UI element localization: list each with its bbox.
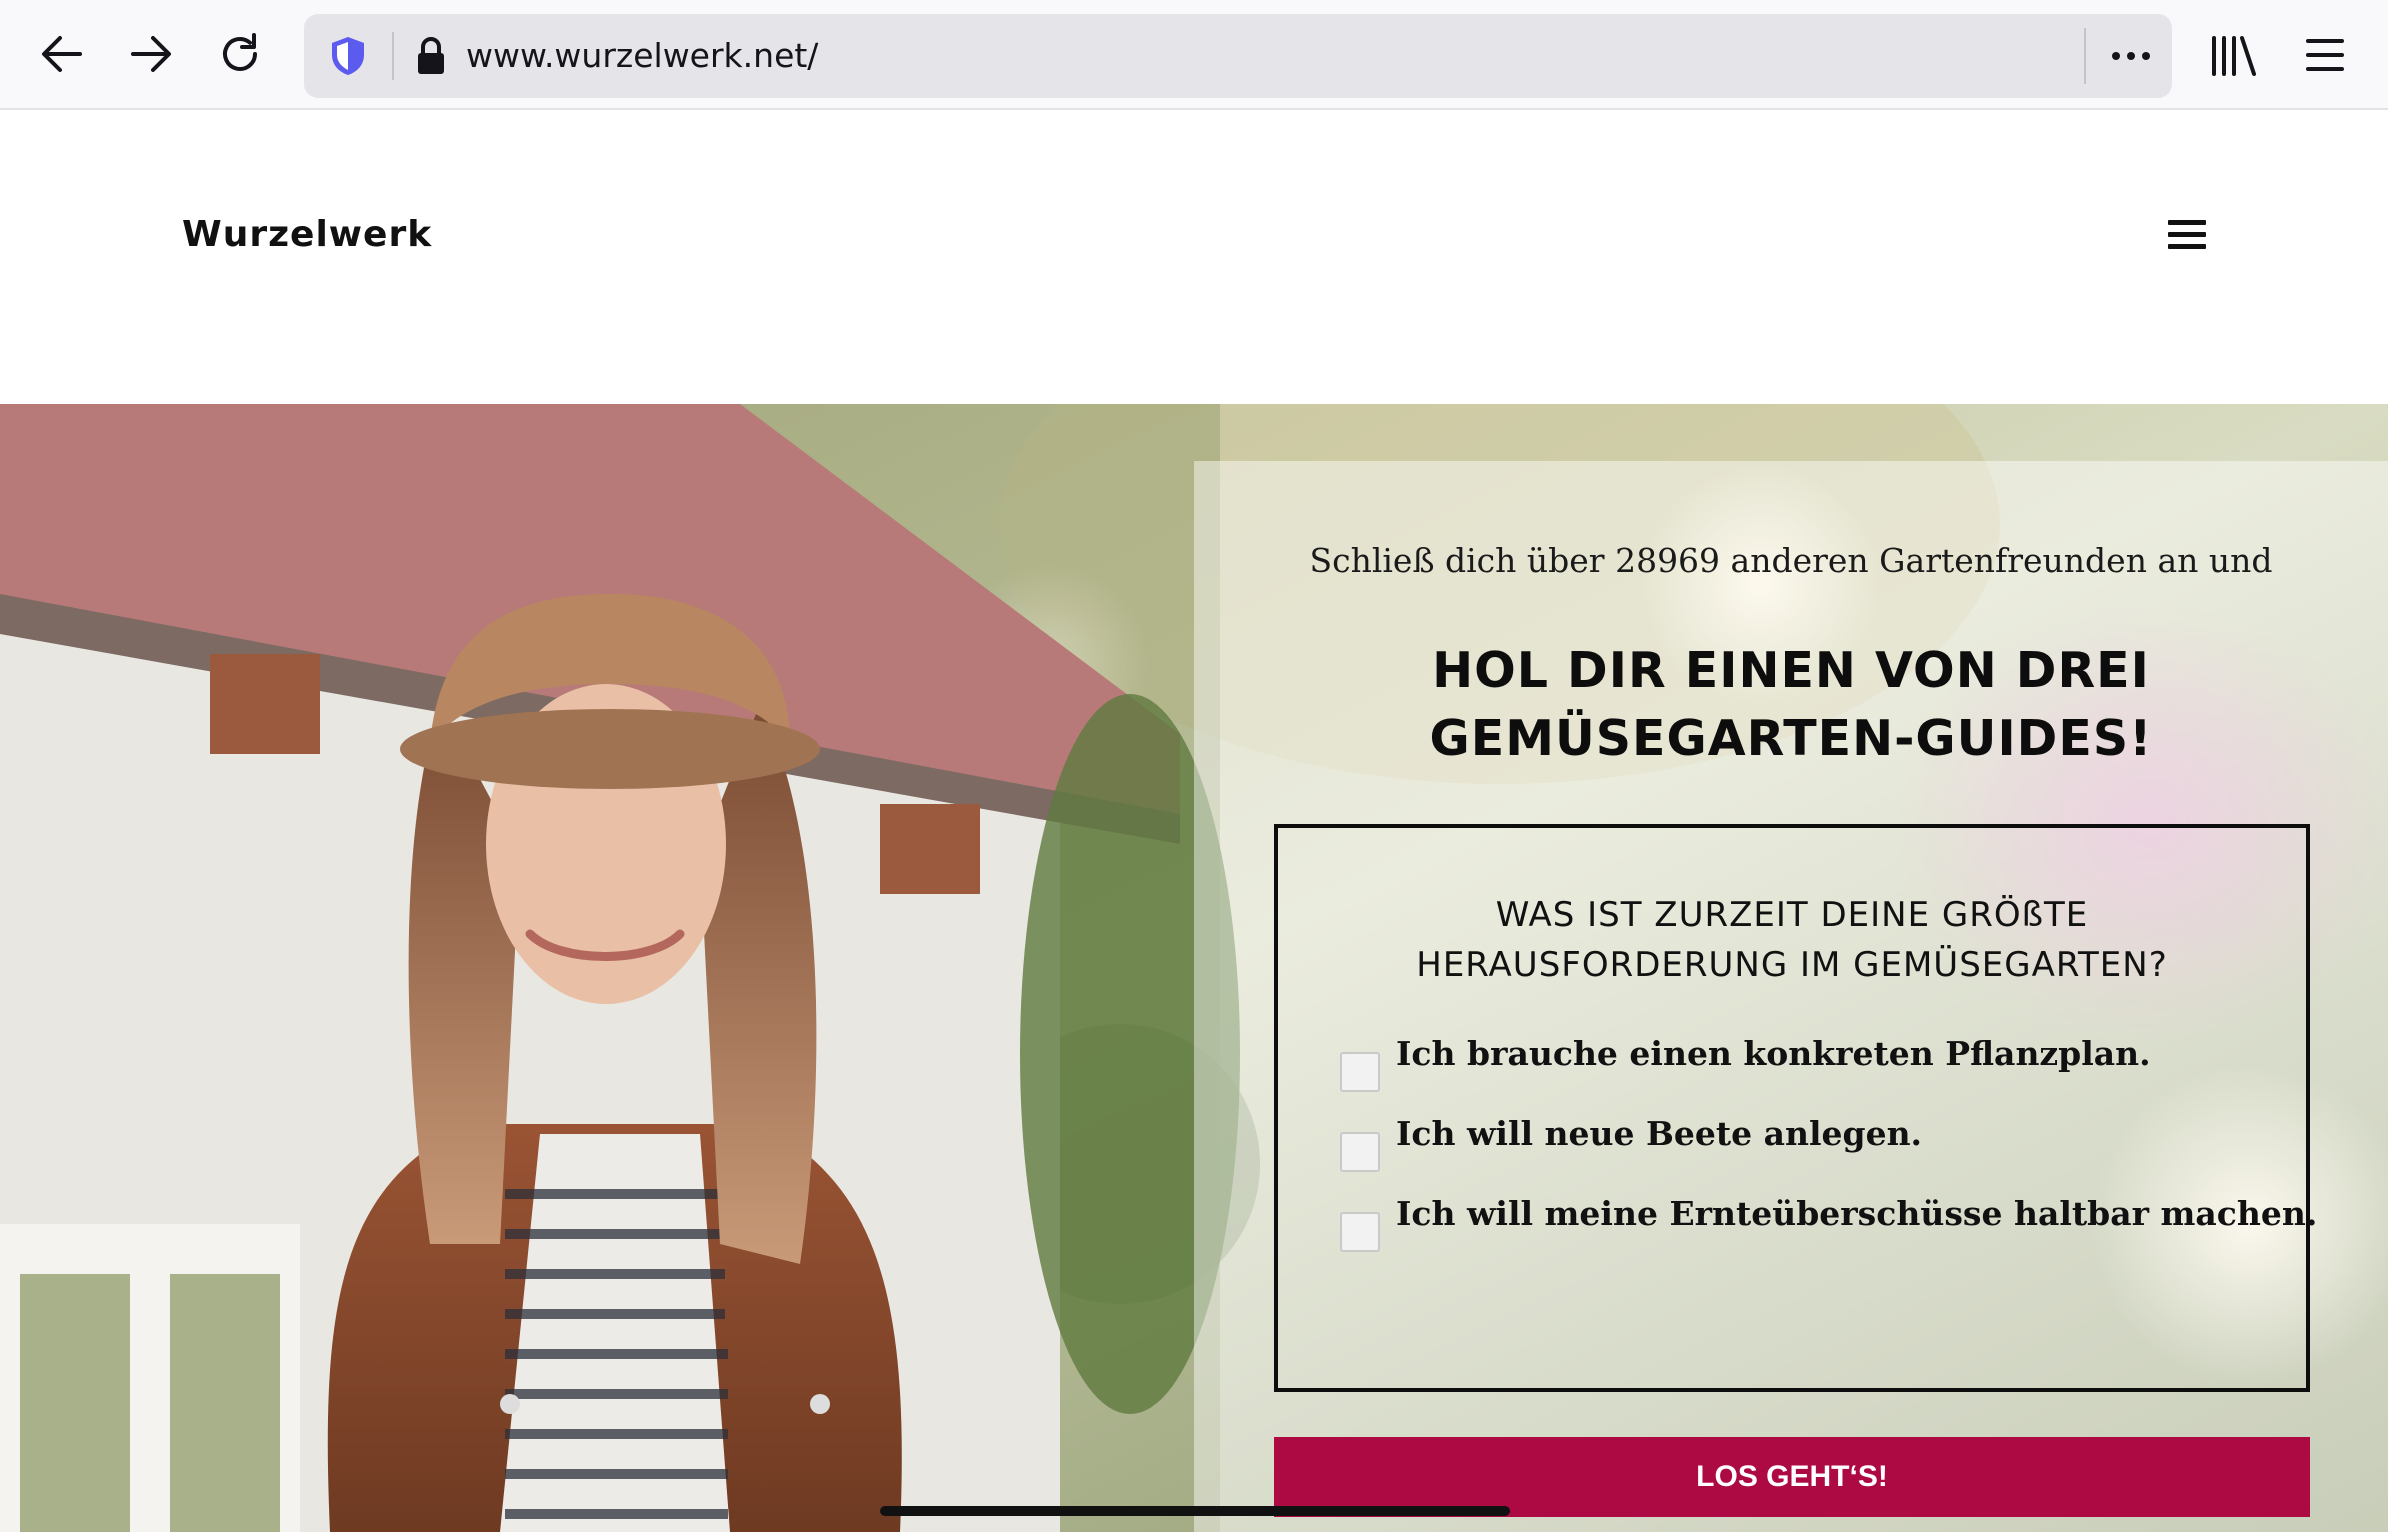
address-bar[interactable]: www.wurzelwerk.net/: [304, 14, 2172, 98]
menu-icon[interactable]: [2300, 30, 2350, 80]
checkbox[interactable]: [1340, 1212, 1380, 1252]
checkbox[interactable]: [1340, 1132, 1380, 1172]
more-icon[interactable]: [2108, 34, 2154, 78]
hero-section: Schließ dich über 28969 anderen Gartenfr…: [0, 404, 2388, 1532]
reload-button[interactable]: [206, 20, 274, 88]
survey-box: WAS IST ZURZEIT DEINE GRÖßTE HERAUSFORDE…: [1274, 824, 2317, 1392]
url-divider: [392, 32, 394, 80]
arrow-left-icon: [42, 36, 82, 72]
survey-question: WAS IST ZURZEIT DEINE GRÖßTE HERAUSFORDE…: [1278, 890, 2306, 990]
checkbox[interactable]: [1340, 1052, 1380, 1092]
site-header: Wurzelwerk: [0, 110, 2388, 404]
survey-question-line2: HERAUSFORDERUNG IM GEMÜSEGARTEN?: [1416, 945, 2168, 985]
url-divider-right: [2084, 28, 2086, 84]
site-logo[interactable]: Wurzelwerk: [182, 214, 432, 255]
browser-toolbar: www.wurzelwerk.net/: [0, 0, 2388, 110]
arrow-right-icon: [131, 36, 171, 72]
option-label[interactable]: Ich brauche einen konkreten Pflanzplan.: [1396, 1032, 2151, 1076]
back-button[interactable]: [28, 20, 96, 88]
lock-icon[interactable]: [414, 36, 448, 76]
optin-headline: HOL DIR EINEN VON DREI GEMÜSEGARTEN-GUID…: [1194, 637, 2388, 773]
option-label[interactable]: Ich will neue Beete anlegen.: [1396, 1112, 1922, 1156]
optin-headline-line2: GEMÜSEGARTEN-GUIDES!: [1429, 710, 2153, 767]
option-beete[interactable]: Ich will neue Beete anlegen.: [1340, 1112, 1922, 1172]
optin-intro-text: Schließ dich über 28969 anderen Gartenfr…: [1309, 541, 2273, 580]
url-text[interactable]: www.wurzelwerk.net/: [466, 14, 818, 98]
survey-question-line1: WAS IST ZURZEIT DEINE GRÖßTE: [1495, 895, 2089, 935]
optin-headline-line1: HOL DIR EINEN VON DREI: [1432, 642, 2150, 699]
reload-icon: [223, 33, 257, 71]
home-indicator: [880, 1506, 1510, 1516]
forward-button[interactable]: [117, 20, 185, 88]
optin-box: Schließ dich über 28969 anderen Gartenfr…: [1194, 461, 2388, 1532]
shield-icon[interactable]: [326, 34, 370, 78]
option-ernte[interactable]: Ich will meine Ernteüberschüsse haltbar …: [1340, 1192, 2317, 1252]
option-pflanzplan[interactable]: Ich brauche einen konkreten Pflanzplan.: [1340, 1032, 2151, 1092]
library-icon[interactable]: [2208, 30, 2258, 80]
hamburger-menu-icon[interactable]: [2168, 218, 2208, 252]
los-gehts-button[interactable]: LOS GEHT‘S!: [1274, 1437, 2310, 1517]
option-label[interactable]: Ich will meine Ernteüberschüsse haltbar …: [1396, 1192, 2317, 1236]
